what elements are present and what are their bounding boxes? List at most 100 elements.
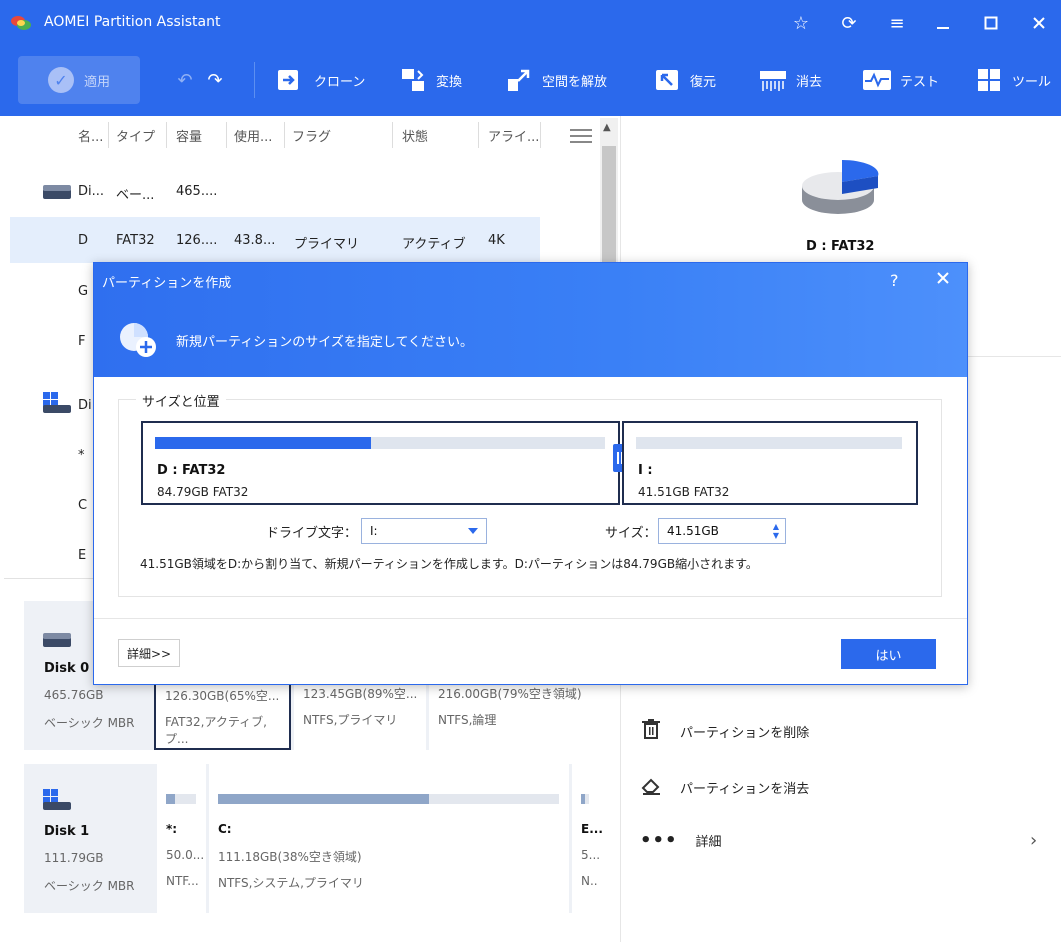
partition-c-detail: 111.18GB(38%空き領域) xyxy=(218,850,362,864)
scroll-up-icon[interactable]: ▲ xyxy=(603,122,611,133)
restore-icon xyxy=(652,65,682,95)
close-button[interactable] xyxy=(1022,8,1056,38)
help-button[interactable]: ? xyxy=(890,271,899,290)
minimize-button[interactable] xyxy=(926,8,960,38)
partition-c-fs: NTFS,システム,プライマリ xyxy=(218,876,364,890)
disk1-type: ベーシック MBR xyxy=(44,879,135,893)
table-row-disk0-name[interactable]: Di... xyxy=(78,184,104,199)
partition-star-label: *: xyxy=(166,822,178,836)
disk-map-disk1[interactable]: Disk 1 111.79GB ベーシック MBR *: 50.0... NTF… xyxy=(24,764,603,913)
table-row-c-name[interactable]: C xyxy=(78,498,87,513)
disk1-partition-star[interactable]: *: 50.0... NTF... xyxy=(154,764,206,913)
partition-star-usage-bar xyxy=(166,794,196,804)
table-row-d-type: FAT32 xyxy=(116,233,155,248)
eraser-icon xyxy=(640,774,662,800)
redo-icon: ↷ xyxy=(207,69,223,91)
column-header-flag[interactable]: フラグ xyxy=(292,116,331,154)
source-partition-box[interactable]: D : FAT32 84.79GB FAT32 xyxy=(141,421,620,505)
trash-icon xyxy=(640,718,662,744)
table-row-disk0-type: ベー... xyxy=(116,188,155,203)
menu-icon[interactable]: ≡ xyxy=(880,8,914,38)
disk-windows-icon xyxy=(42,788,72,816)
test-button[interactable]: テスト xyxy=(862,56,939,104)
convert-button[interactable]: 変換 xyxy=(398,56,462,104)
dialog-subtitle: 新規パーティションのサイズを指定してください。 xyxy=(176,335,474,350)
size-stepper[interactable]: 41.51GB ▲ ▼ xyxy=(658,518,786,544)
clone-icon xyxy=(276,65,306,95)
delete-partition-action[interactable]: パーティションを削除 xyxy=(640,718,809,744)
column-settings-icon[interactable] xyxy=(570,128,592,148)
column-divider xyxy=(540,122,541,148)
app-logo-icon xyxy=(10,14,32,32)
column-header-name[interactable]: 名... xyxy=(78,116,103,154)
table-row-disk1-name[interactable]: Di xyxy=(78,398,92,413)
table-row-f-name[interactable]: F xyxy=(78,334,85,349)
convert-icon xyxy=(398,65,428,95)
wipe-icon xyxy=(758,65,788,95)
disk1-size: 111.79GB xyxy=(44,851,104,865)
partition-e-detail: 5... xyxy=(581,848,601,862)
dialog-header: パーティションを作成 ? 新規パーティションのサイズを指定してください。 xyxy=(94,263,967,377)
undo-button[interactable]: ↶ xyxy=(170,56,200,104)
disk1-info[interactable]: Disk 1 111.79GB ベーシック MBR xyxy=(24,764,154,913)
table-row-d-capacity: 126.... xyxy=(176,233,218,248)
column-header-used[interactable]: 使用... xyxy=(234,116,272,154)
table-row-e-name[interactable]: E xyxy=(78,548,86,563)
main-toolbar: ✓ 適用 ↶ ↷ クローン 変換 空間を解放 復元 消去 テスト ツール xyxy=(0,46,1061,116)
more-actions[interactable]: ••• 詳細 xyxy=(640,830,722,851)
maximize-button[interactable] xyxy=(974,8,1008,38)
clone-button[interactable]: クローン xyxy=(276,56,365,104)
partition-3-fs: NTFS,論理 xyxy=(438,713,497,727)
free-space-button[interactable]: 空間を解放 xyxy=(504,56,607,104)
spin-arrows-icon[interactable]: ▲ ▼ xyxy=(773,522,779,540)
column-header-type[interactable]: タイプ xyxy=(116,116,155,154)
create-partition-dialog: パーティションを作成 ? 新規パーティションのサイズを指定してください。 サイズ… xyxy=(93,262,968,685)
new-partition-box[interactable]: I : 41.51GB FAT32 xyxy=(622,421,918,505)
selected-partition-label: D : FAT32 xyxy=(806,239,875,254)
redo-button[interactable]: ↷ xyxy=(200,56,230,104)
checkmark-icon: ✓ xyxy=(47,67,74,93)
title-bar: AOMEI Partition Assistant ☆ ⟳ ≡ xyxy=(0,0,1061,46)
drive-letter-select[interactable]: I: xyxy=(361,518,487,544)
disk1-name: Disk 1 xyxy=(44,824,90,839)
disk1-partition-e[interactable]: E... 5... N.. xyxy=(569,764,603,913)
table-row-g-name[interactable]: G xyxy=(78,284,88,299)
column-divider xyxy=(226,122,227,148)
source-partition-name: D : FAT32 xyxy=(157,463,226,478)
column-header-status[interactable]: 状態 xyxy=(402,116,428,154)
partition-d-fs: FAT32,アクティブ,プ... xyxy=(165,715,267,746)
disk1-partition-c[interactable]: C: 111.18GB(38%空き領域) NTFS,システム,プライマリ xyxy=(206,764,569,913)
partition-2-fs: NTFS,プライマリ xyxy=(303,713,398,727)
column-header-align[interactable]: アライ... xyxy=(488,116,539,154)
favorite-star-icon[interactable]: ☆ xyxy=(784,8,818,38)
partition-c-usage-bar xyxy=(218,794,559,804)
table-row-d-flag: プライマリ xyxy=(294,237,360,252)
apply-button[interactable]: ✓ 適用 xyxy=(18,56,140,104)
wipe-button[interactable]: 消去 xyxy=(758,56,822,104)
restore-button[interactable]: 復元 xyxy=(652,56,716,104)
table-row-star-name[interactable]: * xyxy=(78,448,85,463)
partition-3-detail: 216.00GB(79%空き領域) xyxy=(438,687,582,701)
window-title: AOMEI Partition Assistant xyxy=(44,14,221,30)
advanced-button[interactable]: 詳細>> xyxy=(118,639,180,667)
dialog-close-button[interactable] xyxy=(936,269,950,290)
table-row-disk0-capacity: 465.... xyxy=(176,184,218,199)
column-divider xyxy=(166,122,167,148)
partition-star-detail: 50.0... xyxy=(166,848,205,862)
tools-button[interactable]: ツール xyxy=(974,56,1051,104)
partition-2-detail: 123.45GB(89%空... xyxy=(303,687,418,701)
grid-tools-icon xyxy=(974,65,1004,95)
disk0-type: ベーシック MBR xyxy=(44,716,135,730)
refresh-icon[interactable]: ⟳ xyxy=(832,8,866,38)
ok-button[interactable]: はい xyxy=(841,639,936,669)
new-partition-size: 41.51GB FAT32 xyxy=(638,485,730,499)
operation-summary: 41.51GB領域をD:から割り当て、新規パーティションを作成します。D:パーテ… xyxy=(140,557,758,571)
table-row-d-align: 4K xyxy=(488,233,505,248)
chevron-right-icon[interactable]: › xyxy=(1030,830,1037,851)
disk-icon xyxy=(42,181,72,205)
partition-e-fs: N.. xyxy=(581,874,598,888)
wipe-partition-action[interactable]: パーティションを消去 xyxy=(640,774,809,800)
new-usage-bar xyxy=(636,437,902,449)
column-header-capacity[interactable]: 容量 xyxy=(176,116,202,154)
column-divider xyxy=(108,122,109,148)
